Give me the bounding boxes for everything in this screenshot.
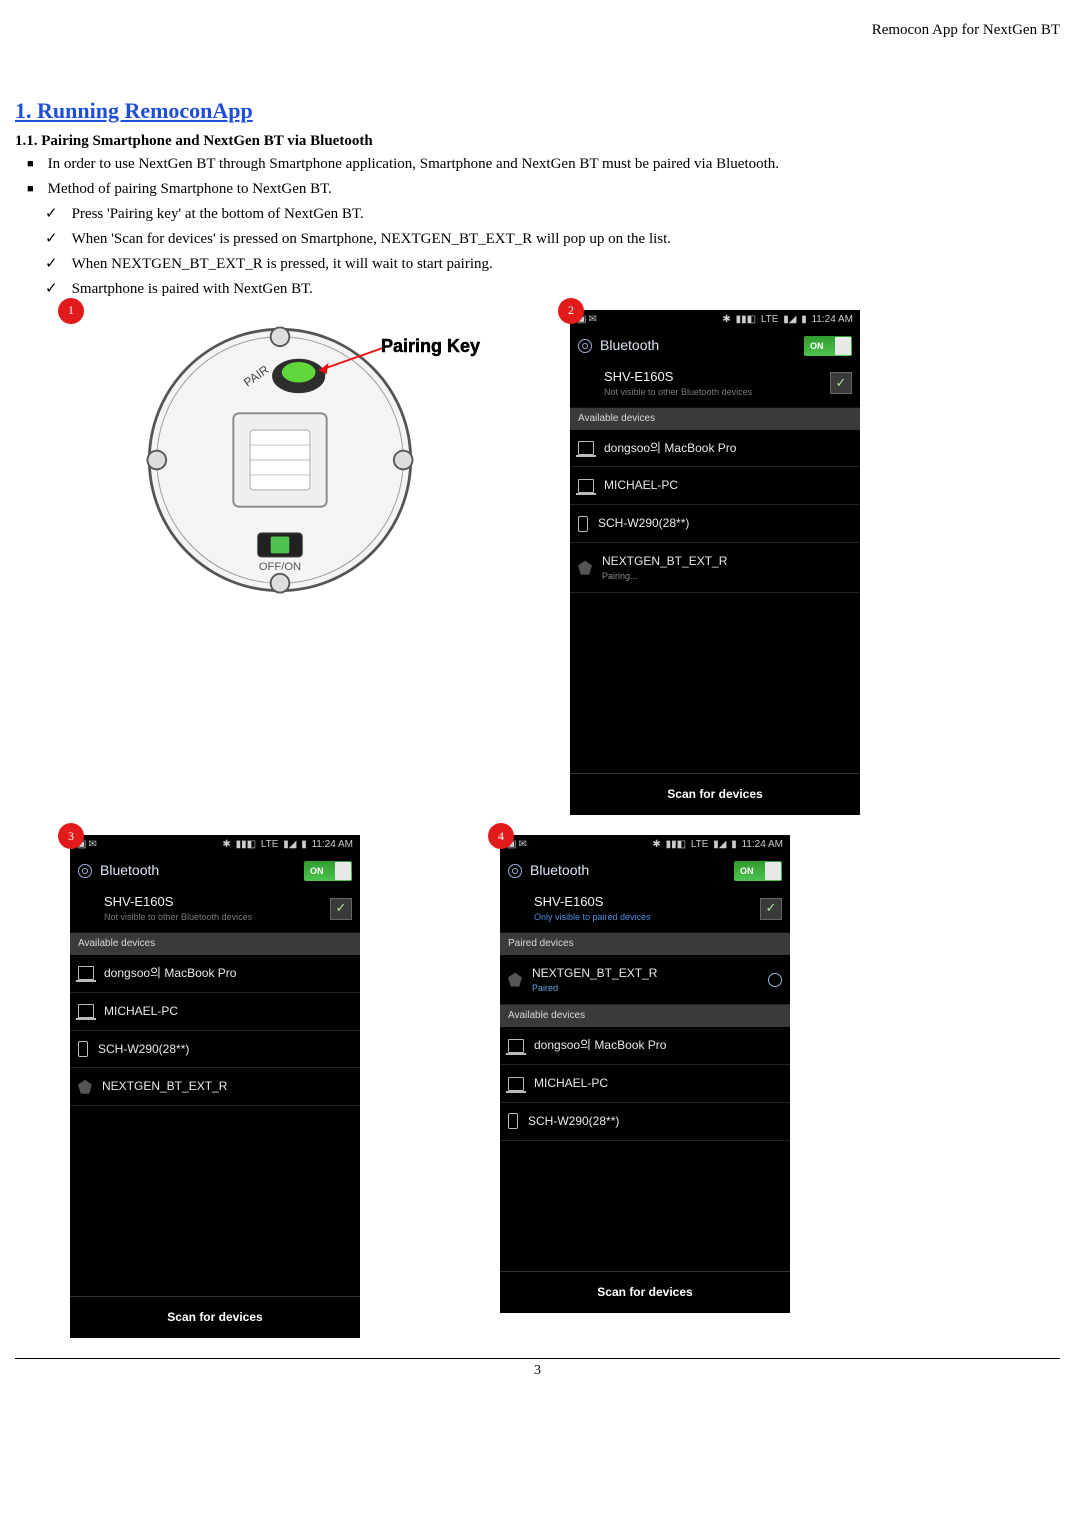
device-name: MICHAEL-PC xyxy=(604,477,678,494)
gear-icon xyxy=(578,339,592,353)
clock-label: 11:24 AM xyxy=(811,314,853,325)
device-row-nextgen-paired[interactable]: NEXTGEN_BT_EXT_R Paired xyxy=(500,955,790,1005)
self-device-name: SHV-E160S xyxy=(604,368,752,386)
bluetooth-toggle[interactable]: ON xyxy=(304,861,352,881)
figure-3: 3 ▣✉ ✱ ▮▮◧ LTE ▮◢ ▮ 11:24 AM Bluetooth O… xyxy=(70,835,360,1338)
step-badge-4: 4 xyxy=(488,823,514,849)
figure-1: 1 PAIR xyxy=(70,310,430,815)
bullet-item: In order to use NextGen BT through Smart… xyxy=(27,154,1060,175)
step-badge-2: 2 xyxy=(558,298,584,324)
check-item: When NEXTGEN_BT_EXT_R is pressed, it wil… xyxy=(45,254,1060,275)
laptop-icon xyxy=(508,1077,524,1091)
device-name: SCH-W290(28**) xyxy=(598,515,689,532)
scan-button[interactable]: Scan for devices xyxy=(500,1271,790,1313)
gear-icon xyxy=(508,864,522,878)
laptop-icon xyxy=(578,441,594,455)
lte-label: LTE xyxy=(761,314,779,325)
available-header: Available devices xyxy=(570,408,860,430)
bluetooth-icon: ✱ xyxy=(722,314,730,325)
phone-icon xyxy=(508,1113,518,1129)
gear-icon xyxy=(78,864,92,878)
phone-icon xyxy=(78,1041,88,1057)
bluetooth-title: Bluetooth xyxy=(100,861,159,881)
subsection-title: 1.1. Pairing Smartphone and NextGen BT v… xyxy=(15,131,1060,152)
check-item: Smartphone is paired with NextGen BT. xyxy=(45,279,1060,300)
device-icon xyxy=(78,1080,92,1094)
bluetooth-title: Bluetooth xyxy=(530,861,589,881)
doc-header: Remocon App for NextGen BT xyxy=(15,20,1060,41)
device-icon xyxy=(508,973,522,987)
device-row[interactable]: dongsoo의 MacBook Pro xyxy=(500,1027,790,1065)
laptop-icon xyxy=(508,1039,524,1053)
bullet-list: In order to use NextGen BT through Smart… xyxy=(15,154,1060,200)
paired-header: Paired devices xyxy=(500,933,790,955)
device-row-nextgen[interactable]: NEXTGEN_BT_EXT_R Pairing... xyxy=(570,543,860,593)
pairing-key-label: Pairing Key xyxy=(381,334,480,359)
bluetooth-toggle[interactable]: ON xyxy=(804,336,852,356)
self-device-row[interactable]: SHV-E160S Only visible to paired devices xyxy=(500,887,790,933)
pairing-status: Pairing... xyxy=(602,570,727,583)
self-device-sub: Not visible to other Bluetooth devices xyxy=(604,386,752,399)
step-badge-3: 3 xyxy=(58,823,84,849)
phone-screenshot-2: ▣✉ ✱ ▮▮◧ LTE ▮◢ ▮ 11:24 AM Bluetooth ON … xyxy=(570,310,860,815)
phone-icon xyxy=(578,516,588,532)
device-row[interactable]: dongsoo의 MacBook Pro xyxy=(70,955,360,993)
paired-status: Paired xyxy=(532,982,657,995)
visibility-checkbox[interactable] xyxy=(830,372,852,394)
bluetooth-title: Bluetooth xyxy=(600,336,659,356)
step-badge-1: 1 xyxy=(58,298,84,324)
device-icon xyxy=(578,561,592,575)
page-number: 3 xyxy=(15,1358,1060,1381)
figure-2: 2 ▣✉ ✱ ▮▮◧ LTE ▮◢ ▮ 11:24 AM Bluetooth O… xyxy=(570,310,860,815)
check-item: Press 'Pairing key' at the bottom of Nex… xyxy=(45,204,1060,225)
figure-4: 4 ▣✉ ✱ ▮▮◧ LTE ▮◢ ▮ 11:24 AM Bluetooth O… xyxy=(500,835,790,1338)
bluetooth-toggle[interactable]: ON xyxy=(734,861,782,881)
self-device-row[interactable]: SHV-E160S Not visible to other Bluetooth… xyxy=(570,362,860,408)
section-title: 1. Running RemoconApp xyxy=(15,96,1060,127)
device-diagram: PAIR OFF/ON Pairing Key xyxy=(140,320,420,600)
phone-screenshot-3: ▣✉ ✱ ▮▮◧ LTE ▮◢ ▮ 11:24 AM Bluetooth ON … xyxy=(70,835,360,1338)
scan-button[interactable]: Scan for devices xyxy=(570,773,860,815)
device-name: NEXTGEN_BT_EXT_R xyxy=(602,553,727,570)
available-header: Available devices xyxy=(70,933,360,955)
check-item: When 'Scan for devices' is pressed on Sm… xyxy=(45,229,1060,250)
settings-icon[interactable] xyxy=(768,973,782,987)
bullet-item: Method of pairing Smartphone to NextGen … xyxy=(27,179,1060,200)
offon-text: OFF/ON xyxy=(259,561,301,573)
device-name: dongsoo의 MacBook Pro xyxy=(604,440,736,457)
device-row[interactable]: MICHAEL-PC xyxy=(500,1065,790,1103)
device-row-nextgen[interactable]: NEXTGEN_BT_EXT_R xyxy=(70,1068,360,1106)
laptop-icon xyxy=(578,479,594,493)
phone-screenshot-4: ▣✉ ✱ ▮▮◧ LTE ▮◢ ▮ 11:24 AM Bluetooth ON … xyxy=(500,835,790,1312)
visibility-checkbox[interactable] xyxy=(760,898,782,920)
device-row[interactable]: dongsoo의 MacBook Pro xyxy=(570,430,860,468)
scan-button[interactable]: Scan for devices xyxy=(70,1296,360,1338)
visibility-checkbox[interactable] xyxy=(330,898,352,920)
device-row[interactable]: SCH-W290(28**) xyxy=(570,505,860,543)
laptop-icon xyxy=(78,966,94,980)
self-device-row[interactable]: SHV-E160S Not visible to other Bluetooth… xyxy=(70,887,360,933)
laptop-icon xyxy=(78,1004,94,1018)
check-list: Press 'Pairing key' at the bottom of Nex… xyxy=(15,204,1060,300)
device-row[interactable]: SCH-W290(28**) xyxy=(70,1031,360,1069)
device-row[interactable]: SCH-W290(28**) xyxy=(500,1103,790,1141)
device-row[interactable]: MICHAEL-PC xyxy=(70,993,360,1031)
device-row[interactable]: MICHAEL-PC xyxy=(570,467,860,505)
available-header: Available devices xyxy=(500,1005,790,1027)
